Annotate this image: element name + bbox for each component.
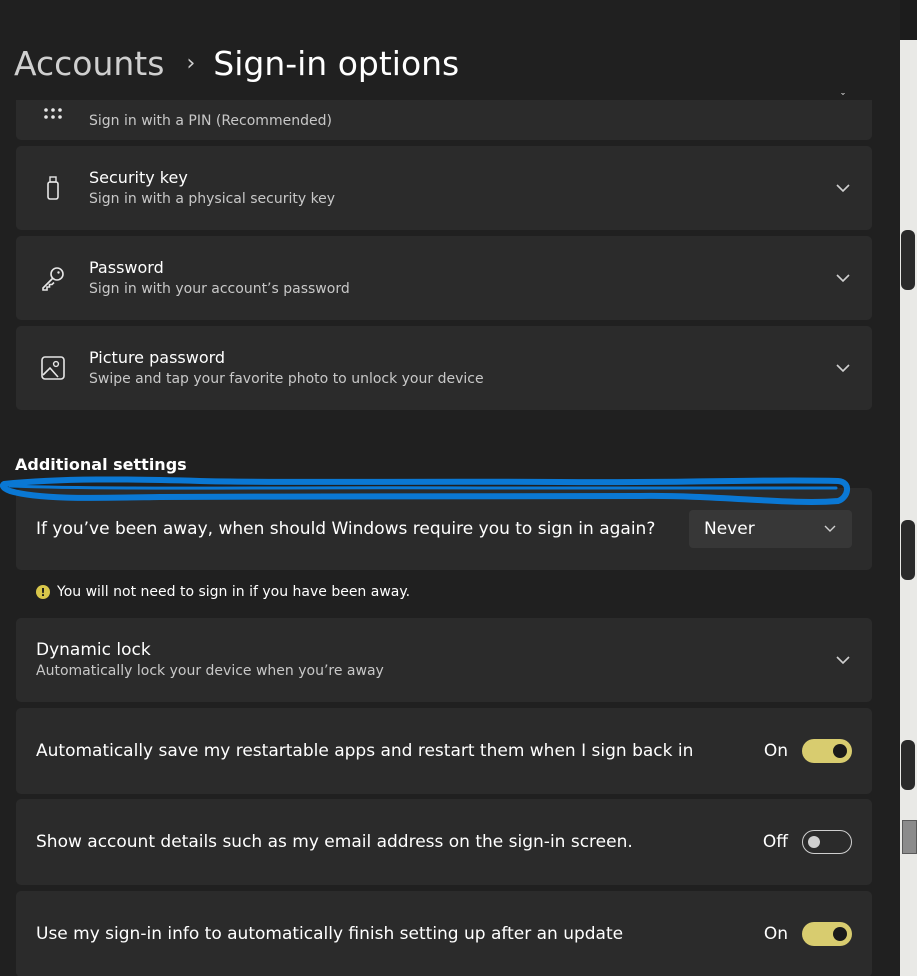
chevron-down-icon (836, 184, 850, 193)
password-option-card[interactable]: Password Sign in with your account’s pas… (16, 236, 872, 320)
toggle-knob (808, 836, 820, 848)
dynamic-lock-subtitle: Automatically lock your device when you’… (36, 663, 384, 679)
strip-mark (901, 230, 915, 290)
dropdown-selected-value: Never (704, 519, 755, 539)
picture-password-title: Picture password (89, 348, 226, 367)
require-sign-in-label: If you’ve been away, when should Windows… (36, 519, 656, 539)
breadcrumb-overlay: Accounts › Sign-in options (14, 38, 459, 88)
strip-mark (901, 520, 915, 580)
show-account-details-toggle[interactable] (802, 830, 852, 854)
scrollbar-thumb[interactable] (902, 820, 917, 854)
chevron-down-icon (836, 274, 850, 283)
chevron-down-icon (836, 364, 850, 373)
security-key-option-card[interactable]: Security key Sign in with a physical sec… (16, 146, 872, 230)
restart-apps-card: Automatically save my restartable apps a… (16, 708, 872, 794)
use-sign-in-info-label: Use my sign-in info to automatically fin… (36, 924, 624, 944)
password-subtitle: Sign in with your account’s password (89, 281, 350, 297)
security-key-subtitle: Sign in with a physical security key (89, 191, 336, 207)
away-info-text: You will not need to sign in if you have… (57, 584, 411, 600)
settings-window: Accounts › Sign-in options Sign in with … (0, 0, 900, 976)
restart-apps-label: Automatically save my restartable apps a… (36, 741, 694, 761)
toggle-state-text: Off (762, 832, 788, 852)
picture-password-option-card[interactable]: Picture password Swipe and tap your favo… (16, 326, 872, 410)
key-icon (42, 267, 64, 291)
pin-option-subtitle: Sign in with a PIN (Recommended) (89, 113, 332, 129)
security-key-icon (47, 176, 59, 200)
toggle-state-text: On (763, 741, 788, 761)
pin-option-chevron-icon (840, 93, 846, 96)
picture-password-subtitle: Swipe and tap your favorite photo to unl… (89, 371, 484, 387)
dynamic-lock-title: Dynamic lock (36, 640, 151, 660)
strip-mark (901, 740, 915, 790)
annotation-highlight-stroke (0, 476, 850, 505)
use-sign-in-info-toggle[interactable] (802, 922, 852, 946)
breadcrumb-accounts-link[interactable]: Accounts (14, 44, 164, 83)
chevron-down-icon (836, 656, 850, 665)
picture-icon (41, 356, 65, 380)
strip-top-dark (900, 0, 917, 40)
restart-apps-toggle[interactable] (802, 739, 852, 763)
warning-icon: ! (36, 585, 50, 599)
dynamic-lock-card[interactable]: Dynamic lock Automatically lock your dev… (16, 618, 872, 702)
pin-keypad-icon (44, 108, 62, 119)
show-account-details-label: Show account details such as my email ad… (36, 832, 633, 852)
page-title: Sign-in options (213, 43, 460, 83)
use-sign-in-info-card: Use my sign-in info to automatically fin… (16, 891, 872, 976)
breadcrumb-separator: › (186, 50, 196, 76)
away-info-message: ! You will not need to sign in if you ha… (36, 584, 410, 600)
toggle-knob (833, 744, 847, 758)
password-title: Password (89, 258, 164, 277)
chevron-down-icon (824, 525, 836, 532)
toggle-knob (833, 927, 847, 941)
additional-settings-heading: Additional settings (15, 455, 187, 474)
security-key-title: Security key (89, 168, 188, 187)
toggle-state-text: On (763, 924, 788, 944)
background-window-edge (900, 0, 917, 976)
show-account-details-card: Show account details such as my email ad… (16, 799, 872, 885)
